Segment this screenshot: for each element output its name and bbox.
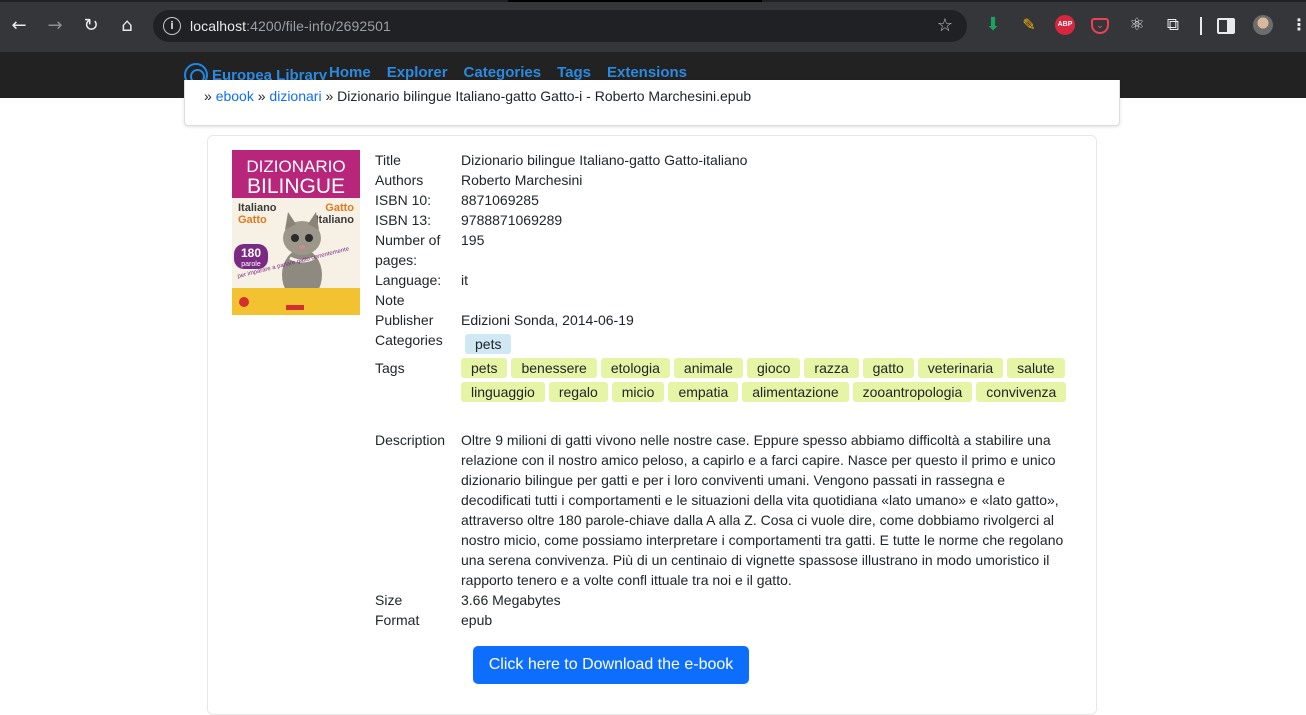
nav-tags[interactable]: Tags — [557, 64, 591, 81]
tags-list: pets benessere etologia animale gioco razza ga… — [461, 358, 1073, 406]
tag-chip[interactable]: etologia — [600, 358, 670, 378]
cover-badge-number: 180 — [241, 246, 261, 260]
categories-value: pets — [461, 334, 1073, 358]
cover-left-bottom: Gatto — [238, 214, 267, 226]
book-cover-image: DIZIONARIO BILINGUE Italiano Gatto Gatto… — [232, 150, 360, 315]
nav-explorer[interactable]: Explorer — [387, 64, 448, 81]
pocket-icon[interactable]: ⌄ — [1091, 18, 1109, 34]
avatar-icon[interactable] — [1253, 15, 1273, 35]
note-label: Note — [375, 292, 405, 308]
publisher-label: Publisher — [375, 312, 434, 328]
language-label: Language: — [375, 272, 442, 288]
nav-links: Home Explorer Categories Tags Extensions — [329, 64, 703, 81]
reload-icon: ↻ — [83, 15, 99, 36]
format-label: Format — [375, 612, 420, 628]
tag-chip[interactable]: animale — [673, 358, 743, 378]
size-value: 3.66 Megabytes — [461, 592, 561, 608]
pages-value: 195 — [461, 232, 485, 248]
forward-button[interactable]: → — [43, 14, 67, 38]
category-tag[interactable]: pets — [465, 334, 512, 354]
tag-chip[interactable]: zooantropologia — [852, 382, 973, 402]
title-label: Title — [375, 152, 401, 168]
tag-chip[interactable]: convivenza — [976, 382, 1067, 402]
active-tab-edge — [508, 0, 762, 2]
tag-chip[interactable]: gatto — [862, 358, 914, 378]
toolbar-divider — [1200, 17, 1202, 35]
format-value: epub — [461, 612, 493, 628]
tags-label: Tags — [375, 360, 405, 376]
url-path: :4200/file-info/2692501 — [246, 18, 391, 34]
download-icon[interactable]: ⬇ — [983, 15, 1003, 35]
breadcrumb: » ebook » dizionari » Dizionario bilingu… — [184, 80, 1120, 126]
back-button[interactable]: ← — [7, 14, 31, 38]
side-panel-icon[interactable] — [1217, 18, 1235, 34]
breadcrumb-trail: » ebook » dizionari » Dizionario bilingu… — [204, 88, 751, 104]
cover-badge-word: parole — [241, 261, 261, 268]
tag-chip[interactable]: salute — [1007, 358, 1065, 378]
puzzle-icon[interactable]: ⧉ — [1163, 15, 1183, 35]
url-host: localhost — [190, 18, 247, 34]
breadcrumb-current: Dizionario bilingue Italiano-gatto Gatto… — [337, 88, 752, 104]
isbn10-label: ISBN 10: — [375, 192, 432, 208]
title-value: Dizionario bilingue Italiano-gatto Gatto… — [461, 152, 748, 168]
highlighter-icon[interactable]: ✎ — [1019, 15, 1039, 35]
tag-chip[interactable]: regalo — [548, 382, 608, 402]
home-button[interactable]: ⌂ — [115, 14, 139, 38]
breadcrumb-link-dizionari[interactable]: dizionari — [269, 88, 321, 104]
arrow-left-icon: ← — [11, 15, 27, 36]
tag-chip[interactable]: veterinaria — [917, 358, 1004, 378]
breadcrumb-link-ebook[interactable]: ebook — [216, 88, 254, 104]
reload-button[interactable]: ↻ — [79, 14, 103, 38]
cover-title-line1: DIZIONARIO — [246, 157, 345, 176]
tag-chip[interactable]: pets — [461, 358, 508, 378]
kebab-menu-icon[interactable]: ⋮ — [1291, 15, 1306, 35]
breadcrumb-separator: » — [321, 88, 338, 104]
tag-chip[interactable]: gioco — [746, 358, 801, 378]
arrow-right-icon: → — [47, 15, 63, 36]
nav-extensions[interactable]: Extensions — [607, 64, 687, 81]
authors-value: Roberto Marchesini — [461, 172, 583, 188]
download-ebook-button[interactable]: Click here to Download the e-book — [473, 646, 749, 684]
react-icon[interactable]: ⚛ — [1127, 15, 1147, 35]
isbn10-value: 8871069285 — [461, 192, 539, 208]
breadcrumb-separator: » — [204, 88, 216, 104]
cover-title-line2: BILINGUE — [247, 175, 345, 198]
tag-chip[interactable]: linguaggio — [461, 382, 545, 402]
language-value: it — [461, 272, 468, 288]
nav-home[interactable]: Home — [329, 64, 371, 81]
adblock-icon[interactable]: ABP — [1055, 15, 1075, 35]
size-label: Size — [375, 592, 403, 608]
tag-chip[interactable]: micio — [611, 382, 665, 402]
tag-chip[interactable]: razza — [804, 358, 859, 378]
cover-right-bottom: Italiano — [315, 214, 354, 226]
star-icon[interactable]: ☆ — [937, 15, 953, 36]
tab-strip — [0, 0, 1306, 2]
pages-label: Number of pages: — [375, 232, 441, 268]
home-icon: ⌂ — [121, 15, 133, 36]
tag-chip[interactable]: benessere — [511, 358, 597, 378]
adblock-label: ABP — [1057, 21, 1073, 28]
info-icon[interactable]: i — [163, 17, 181, 35]
description-label: Description — [375, 432, 446, 448]
cover-left-top: Italiano — [238, 202, 277, 214]
publisher-value: Edizioni Sonda, 2014-06-19 — [461, 312, 634, 328]
cover-right-top: Gatto — [325, 202, 354, 214]
url-text[interactable]: localhost:4200/file-info/2692501 — [190, 18, 391, 34]
description-value: Oltre 9 milioni di gatti vivono nelle no… — [461, 432, 1064, 588]
address-bar[interactable]: i localhost:4200/file-info/2692501 ☆ — [153, 10, 967, 42]
isbn13-value: 9788871069289 — [461, 212, 563, 228]
tag-chip[interactable]: alimentazione — [742, 382, 849, 402]
categories-label: Categories — [375, 332, 443, 348]
isbn13-label: ISBN 13: — [375, 212, 432, 228]
nav-categories[interactable]: Categories — [464, 64, 542, 81]
tag-chip[interactable]: empatia — [668, 382, 739, 402]
authors-label: Authors — [375, 172, 424, 188]
browser-toolbar: ← → ↻ ⌂ i localhost:4200/file-info/26925… — [0, 0, 1306, 52]
breadcrumb-separator: » — [253, 88, 270, 104]
